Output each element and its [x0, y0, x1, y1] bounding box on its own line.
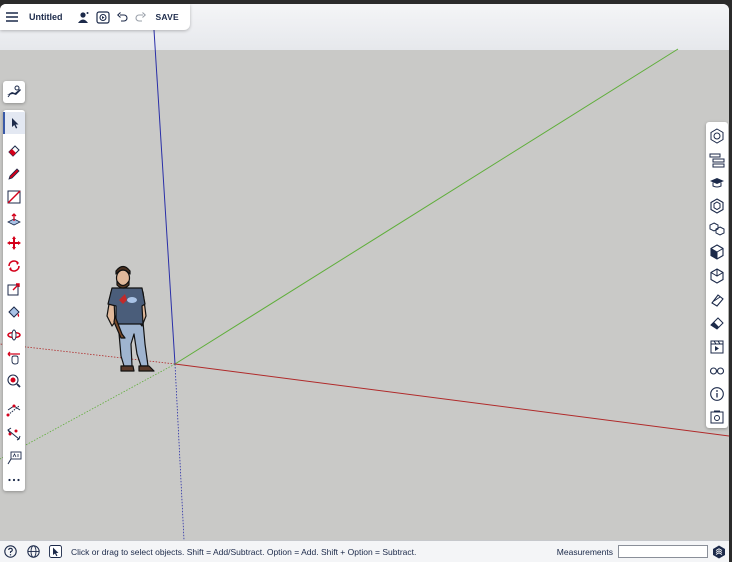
orbit-icon[interactable]	[3, 324, 25, 346]
eraser-panel-icon[interactable]	[706, 312, 728, 334]
scale-icon[interactable]	[3, 278, 25, 300]
red-axis-negative	[0, 343, 176, 365]
zoom-icon[interactable]	[3, 370, 25, 392]
blue-axis	[153, 29, 176, 365]
styles-icon[interactable]	[706, 241, 728, 263]
top-bar: Untitled SAVE	[0, 4, 190, 30]
paint-bucket-icon[interactable]	[3, 301, 25, 323]
more-icon[interactable]	[3, 469, 25, 491]
eraser-icon[interactable]	[3, 139, 25, 161]
entity-info-icon[interactable]	[706, 125, 728, 147]
hamburger-menu-icon[interactable]	[4, 9, 20, 25]
select-hint-icon	[48, 545, 62, 559]
dimension-icon[interactable]	[3, 423, 25, 445]
rotate-icon[interactable]	[3, 255, 25, 277]
modeling-window: Untitled SAVE Click or drag to select ob…	[0, 4, 729, 562]
screenshot-icon[interactable]	[706, 406, 728, 428]
select-icon[interactable]	[3, 112, 25, 134]
tape-measure-icon[interactable]	[3, 400, 25, 422]
save-button[interactable]: SAVE	[156, 12, 179, 22]
measurements-field[interactable]	[618, 545, 708, 558]
scene-play-icon[interactable]	[95, 9, 111, 25]
search-panel	[3, 81, 25, 103]
line-icon[interactable]	[3, 186, 25, 208]
account-icon[interactable]	[75, 9, 91, 25]
status-bar: Click or drag to select objects. Shift =…	[0, 540, 729, 562]
redo-icon[interactable]	[133, 9, 149, 25]
globe-icon[interactable]	[26, 545, 40, 559]
green-axis	[174, 48, 679, 365]
status-hint-text: Click or drag to select objects. Shift =…	[71, 546, 417, 557]
soften-icon[interactable]	[706, 289, 728, 311]
3d-viewport[interactable]	[0, 4, 729, 540]
materials-icon[interactable]	[706, 218, 728, 240]
display-icon[interactable]	[706, 359, 728, 381]
scale-figure[interactable]	[106, 265, 155, 372]
pan-icon[interactable]	[3, 347, 25, 369]
text-label-icon[interactable]	[3, 447, 25, 469]
push-pull-icon[interactable]	[3, 209, 25, 231]
info-icon[interactable]	[706, 383, 728, 405]
pencil-icon[interactable]	[3, 163, 25, 185]
green-axis-negative	[0, 363, 176, 460]
move-icon[interactable]	[3, 232, 25, 254]
help-icon[interactable]	[3, 545, 17, 559]
document-title[interactable]: Untitled	[29, 12, 63, 22]
outliner-icon[interactable]	[706, 149, 728, 171]
left-toolbar	[3, 110, 25, 491]
components-icon[interactable]	[706, 195, 728, 217]
search-warehouse-icon[interactable]	[3, 81, 25, 103]
instructor-icon[interactable]	[706, 172, 728, 194]
right-panel	[706, 122, 728, 428]
measurements-label: Measurements	[556, 546, 613, 557]
sketchup-logo-icon	[712, 545, 726, 559]
red-axis	[174, 363, 729, 437]
layers-icon[interactable]	[706, 265, 728, 287]
blue-axis-negative	[174, 363, 185, 540]
undo-icon[interactable]	[115, 9, 131, 25]
scenes-icon[interactable]	[706, 336, 728, 358]
